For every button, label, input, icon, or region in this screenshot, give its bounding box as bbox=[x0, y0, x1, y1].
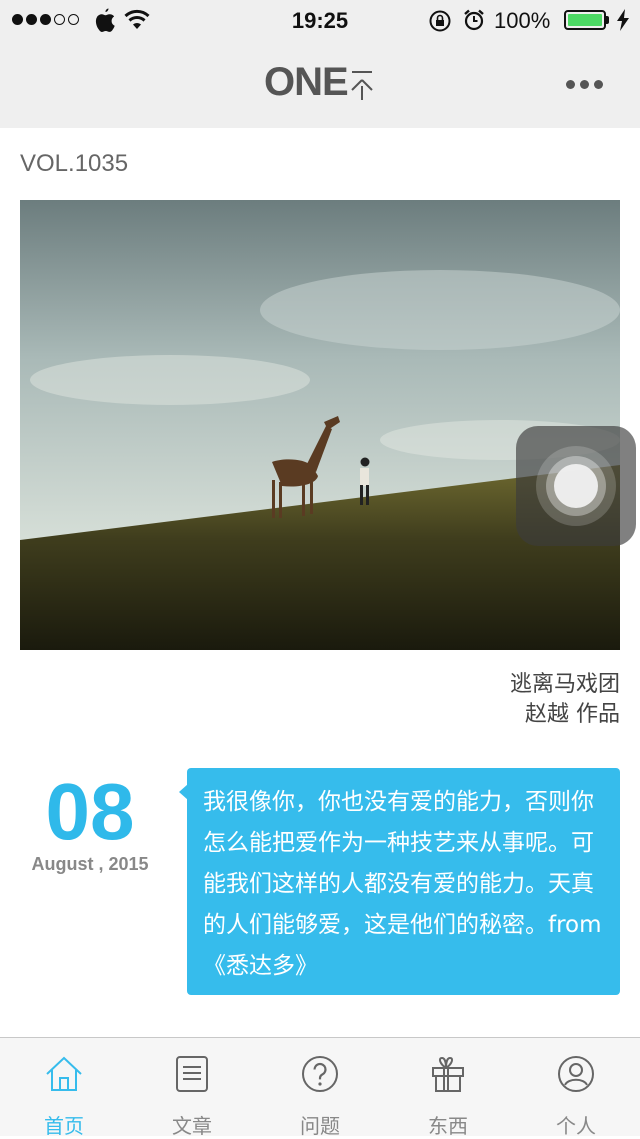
daily-quote[interactable]: 我很像你，你也没有爱的能力，否则你怎么能把爱作为一种技艺来从事呢。可能我们这样的… bbox=[187, 768, 620, 995]
tab-article[interactable]: 文章 bbox=[128, 1038, 256, 1138]
battery-icon bbox=[564, 10, 606, 30]
question-icon bbox=[302, 1056, 338, 1092]
tab-profile-label: 个人 bbox=[556, 1114, 596, 1138]
home-icon bbox=[46, 1056, 82, 1091]
tab-home[interactable]: 首页 bbox=[0, 1038, 128, 1138]
tab-home-label: 首页 bbox=[44, 1114, 84, 1138]
rotation-lock-icon bbox=[429, 10, 451, 32]
photo-title: 逃离马戏团 bbox=[509, 672, 620, 697]
tab-article-label: 文章 bbox=[172, 1114, 212, 1138]
charging-bolt-icon bbox=[617, 9, 629, 31]
tab-question-label: 问题 bbox=[300, 1114, 340, 1138]
logo-yige-icon bbox=[350, 71, 373, 100]
app-logo: ONE bbox=[264, 62, 374, 102]
tab-bar: 首页 文章 问题 东西 个人 bbox=[0, 1037, 640, 1138]
logo-sub bbox=[350, 66, 374, 102]
assistive-touch-button[interactable] bbox=[516, 426, 636, 546]
tab-question[interactable]: 问题 bbox=[256, 1038, 384, 1138]
photo-caption: 逃离马戏团 赵越 作品 bbox=[510, 670, 620, 730]
date-day: 08 bbox=[45, 767, 135, 856]
tab-things-label: 东西 bbox=[428, 1114, 468, 1138]
alarm-icon bbox=[464, 9, 484, 31]
logo-text: ONE bbox=[264, 60, 349, 104]
giraffe-photo-image bbox=[20, 200, 620, 650]
status-bar: 19:25 100% bbox=[0, 0, 640, 40]
more-dots-icon[interactable] bbox=[566, 78, 606, 90]
tab-things[interactable]: 东西 bbox=[384, 1038, 512, 1138]
photo-author: 赵越 作品 bbox=[525, 702, 620, 727]
gift-icon bbox=[432, 1056, 464, 1092]
user-icon bbox=[558, 1056, 594, 1092]
tab-profile[interactable]: 个人 bbox=[512, 1038, 640, 1138]
battery-percent: 100% bbox=[494, 8, 551, 33]
volume-number: VOL.1035 bbox=[20, 150, 129, 177]
date-month-year: August , 2015 bbox=[31, 854, 149, 874]
article-icon bbox=[176, 1056, 208, 1092]
featured-photo[interactable] bbox=[20, 200, 620, 650]
